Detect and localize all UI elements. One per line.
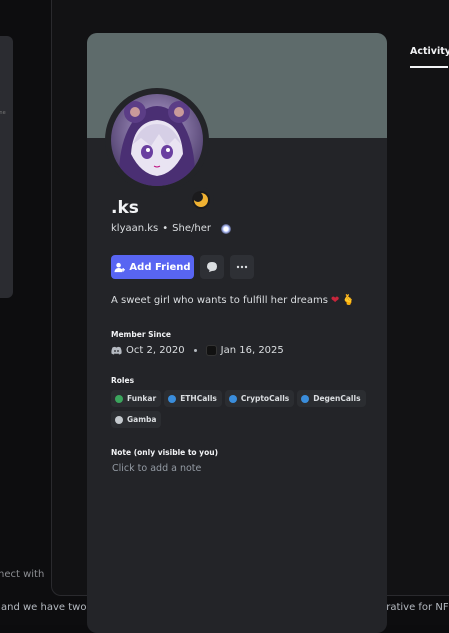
- role-color-dot: [115, 394, 123, 403]
- role-name: DegenCalls: [313, 394, 361, 403]
- pronouns: She/her: [172, 223, 211, 234]
- role-color-dot: [228, 394, 237, 403]
- member-since-title: Member Since: [111, 330, 171, 339]
- bio: A sweet girl who wants to fulfill her dr…: [111, 295, 355, 306]
- avatar[interactable]: [111, 94, 203, 186]
- separator-dot: •: [162, 223, 169, 234]
- discord-icon: [111, 346, 122, 355]
- role-tag[interactable]: ETHCalls: [164, 390, 222, 407]
- role-name: CryptoCalls: [240, 394, 290, 403]
- avatar-image: [111, 94, 203, 186]
- discord-join-date: Oct 2, 2020: [126, 345, 185, 356]
- role-tag[interactable]: Funkar: [111, 390, 162, 407]
- message-button[interactable]: [200, 255, 224, 279]
- role-tag[interactable]: CryptoCalls: [224, 390, 295, 407]
- server-join-date: Jan 16, 2025: [220, 345, 284, 356]
- status-indicator: [188, 187, 214, 213]
- role-color-dot: [301, 394, 310, 403]
- avatar-container: [105, 88, 214, 213]
- bio-text: A sweet girl who wants to fulfill her dr…: [111, 295, 328, 306]
- profile-panel: .ks klyaan.ks • She/her Add Friend A swe…: [87, 33, 387, 633]
- add-friend-label: Add Friend: [129, 261, 191, 273]
- add-friend-icon: [114, 262, 126, 272]
- member-since-row: Oct 2, 2020 Jan 16, 2025: [111, 345, 284, 356]
- role-tag[interactable]: Gamba: [111, 411, 162, 428]
- username: klyaan.ks: [111, 223, 159, 234]
- message-icon: [207, 262, 217, 272]
- tab-active-indicator: [410, 66, 448, 68]
- role-color-dot: [168, 394, 177, 403]
- tab-activity[interactable]: Activity: [410, 46, 449, 57]
- roles-title: Roles: [111, 376, 135, 385]
- role-name: Funkar: [127, 394, 157, 403]
- note-title: Note (only visible to you): [111, 448, 218, 457]
- background-chat-line: nect with: [0, 569, 45, 580]
- background-card: hanne: [0, 36, 13, 298]
- display-name: .ks: [111, 198, 139, 218]
- role-color-dot: [115, 415, 123, 424]
- more-icon: [236, 265, 248, 269]
- heart-emoji: ❤: [330, 295, 340, 306]
- more-options-button[interactable]: [230, 255, 254, 279]
- username-line: klyaan.ks • She/her: [111, 223, 231, 234]
- role-name: Gamba: [127, 415, 157, 424]
- hand-emoji: 🫰: [342, 295, 355, 306]
- separator-dot: [193, 349, 197, 352]
- role-tag[interactable]: DegenCalls: [297, 390, 366, 407]
- background-card-text: hanne: [0, 110, 6, 116]
- badge-icon[interactable]: [220, 223, 231, 234]
- server-icon: [205, 345, 217, 356]
- add-friend-button[interactable]: Add Friend: [111, 255, 194, 279]
- roles-list: Funkar ETHCalls CryptoCalls DegenCalls G…: [111, 390, 373, 428]
- role-name: ETHCalls: [180, 394, 217, 403]
- idle-moon-icon: [192, 191, 210, 209]
- note-input[interactable]: Click to add a note: [112, 463, 201, 474]
